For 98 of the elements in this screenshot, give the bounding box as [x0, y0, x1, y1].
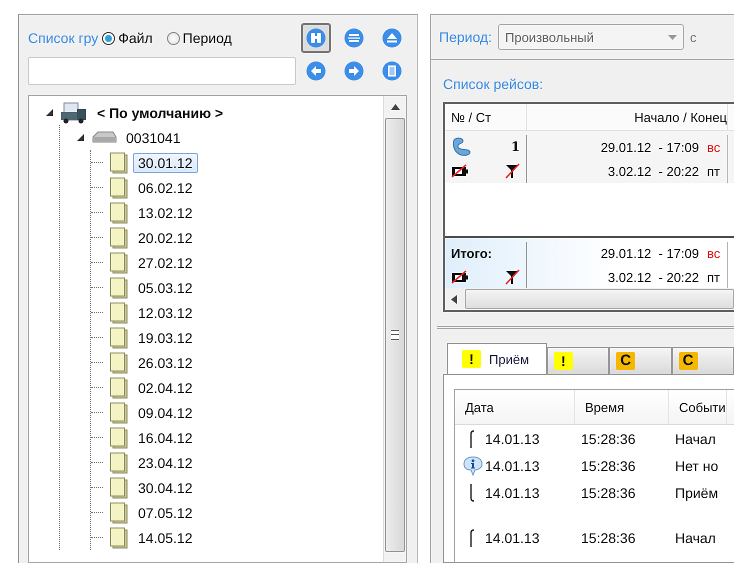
notebook-icon: [109, 402, 129, 424]
weekday-label: пт: [707, 164, 721, 178]
collapse-triangle-icon[interactable]: [76, 133, 85, 142]
notebook-icon: [109, 476, 129, 498]
tree-item[interactable]: 30.01.12: [133, 152, 198, 172]
scroll-thumb[interactable]: [465, 289, 734, 309]
weekday-label: пт: [707, 270, 721, 284]
tree-item[interactable]: 0031041: [121, 128, 186, 148]
counter-badge: C: [678, 352, 698, 370]
arrow-left-icon: [306, 61, 326, 81]
tree-item[interactable]: 23.04.12: [133, 452, 198, 472]
trips-title: Список рейсов:: [443, 76, 544, 92]
counter-badge: C: [616, 352, 636, 370]
mode-radio[interactable]: Период: [166, 30, 232, 46]
toolbar-button[interactable]: [301, 23, 331, 53]
tree-item[interactable]: 12.03.12: [133, 302, 198, 322]
tree-item[interactable]: 19.03.12: [133, 328, 198, 348]
notebook-icon: [109, 376, 129, 398]
tree-item[interactable]: 05.03.12: [133, 278, 198, 298]
from-label: с: [690, 30, 696, 44]
info-icon: [462, 456, 484, 476]
end-datetime: 3.02.12 - 20:22: [608, 164, 699, 178]
tree-item[interactable]: 13.02.12: [133, 202, 198, 222]
tab[interactable]: C: [609, 347, 672, 374]
tree-item[interactable]: 30.04.12: [133, 478, 198, 498]
tree-item[interactable]: < По умолчанию >: [92, 102, 228, 122]
notebook-icon: [109, 326, 129, 348]
truck-document-icon: [60, 102, 88, 124]
start-datetime: 29.01.12 - 17:09: [600, 246, 699, 260]
tree-item[interactable]: 20.02.12: [133, 228, 198, 248]
crossed-antenna-icon: [504, 163, 520, 179]
event-text: Начал: [675, 530, 716, 546]
weekday-label: вс: [707, 140, 722, 154]
column-header[interactable]: № / Ст: [445, 104, 527, 130]
alert-badge: !: [462, 350, 481, 368]
event-time: 15:28:36: [581, 530, 636, 546]
event-date: 14.01.13: [485, 484, 540, 500]
notebook-icon: [109, 202, 129, 224]
tab[interactable]: !: [546, 347, 610, 374]
eject-icon: [382, 28, 402, 48]
collapse-triangle-icon[interactable]: [45, 108, 54, 117]
tree-item[interactable]: 07.05.12: [133, 502, 198, 522]
event-text: Начал: [675, 430, 716, 446]
scroll-up-icon[interactable]: [390, 104, 400, 110]
notebook-icon: [109, 176, 129, 198]
column-header[interactable]: Дата: [455, 390, 575, 424]
tab[interactable]: C: [672, 347, 734, 374]
notebook-icon: [109, 302, 129, 324]
mode-radio[interactable]: Файл: [102, 30, 153, 46]
notebook-icon: [109, 426, 129, 448]
end-datetime: 3.02.12 - 20:22: [608, 270, 699, 284]
search-field[interactable]: [28, 57, 296, 85]
tree-item[interactable]: 06.02.12: [133, 178, 198, 198]
notebook-icon: [109, 276, 129, 298]
tree-item[interactable]: 16.04.12: [133, 428, 198, 448]
period-label: Период:: [439, 29, 492, 45]
event-date: 14.01.13: [485, 430, 540, 446]
tree-item[interactable]: 14.05.12: [133, 528, 198, 548]
disk-drive-icon: [91, 130, 117, 144]
event-text: Приём: [675, 484, 718, 500]
dropdown-caret-icon: [668, 34, 677, 40]
crossed-battery-icon: [451, 164, 469, 178]
scroll-thumb[interactable]: [385, 118, 405, 552]
crossed-antenna-icon: [504, 269, 520, 285]
trip-number: 1: [510, 140, 520, 154]
scroll-left-icon[interactable]: [451, 294, 457, 304]
tree-item[interactable]: 26.03.12: [133, 352, 198, 372]
tree-item[interactable]: 02.04.12: [133, 378, 198, 398]
lines-icon: [344, 28, 364, 48]
column-header[interactable]: Начало / Конец: [527, 104, 728, 130]
tree-item[interactable]: 09.04.12: [133, 402, 198, 422]
column-header[interactable]: Время: [575, 390, 669, 424]
tree-item[interactable]: 27.02.12: [133, 252, 198, 272]
vertical-scrollbar[interactable]: [383, 96, 406, 562]
horizontal-scrollbar[interactable]: [445, 288, 734, 310]
groups-title: Список гру: [28, 30, 98, 46]
start-datetime: 29.01.12 - 17:09: [600, 140, 699, 154]
crossed-battery-icon: [451, 270, 469, 284]
event-date: 14.01.13: [485, 458, 540, 474]
event-time: 15:28:36: [581, 430, 636, 446]
notebook-icon: [109, 352, 129, 374]
event-text: Нет но: [675, 458, 718, 474]
event-time: 15:28:36: [581, 484, 636, 500]
notebook-icon: [109, 252, 129, 274]
notebook-icon: [109, 226, 129, 248]
event-time: 15:28:36: [581, 458, 636, 474]
notebook-icon: [109, 152, 129, 174]
weekday-label: вс: [707, 246, 722, 260]
total-label: Итого:: [451, 246, 492, 260]
arrow-right-icon: [344, 61, 364, 81]
notebook-icon: [109, 526, 129, 548]
list-icon: [382, 61, 402, 81]
column-header[interactable]: Событи: [669, 390, 727, 424]
notebook-icon: [109, 502, 129, 524]
notebook-icon: [109, 452, 129, 474]
event-date: 14.01.13: [485, 530, 540, 546]
alert-badge: !: [554, 352, 573, 370]
tab[interactable]: ! Приём: [447, 343, 547, 374]
